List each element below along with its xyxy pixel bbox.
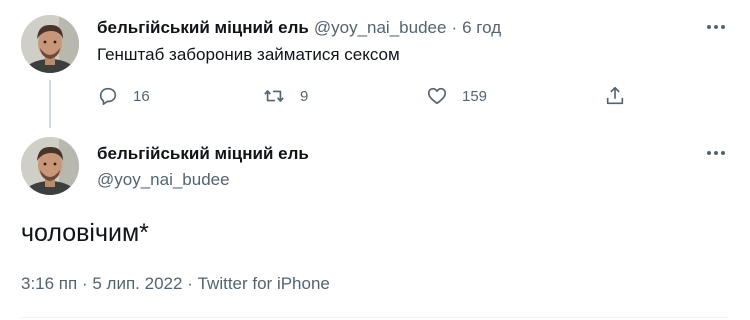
separator-dot: · xyxy=(451,18,458,37)
tweet-date-link[interactable]: 5 лип. 2022 xyxy=(92,274,182,293)
share-button[interactable] xyxy=(604,84,626,108)
tweet-metadata: 3:16 пп · 5 лип. 2022 · Twitter for iPho… xyxy=(21,274,330,294)
handle[interactable]: @yoy_nai_budee xyxy=(314,18,447,38)
tweet-time-link[interactable]: 3:16 пп xyxy=(21,274,77,293)
retweet-count: 9 xyxy=(300,87,309,105)
retweet-button[interactable]: 9 xyxy=(262,84,308,108)
heart-icon xyxy=(427,87,447,105)
avatar[interactable] xyxy=(21,15,79,73)
avatar[interactable] xyxy=(21,137,79,195)
like-button[interactable]: 159 xyxy=(426,84,487,108)
separator-dot: · xyxy=(81,274,88,293)
more-options-icon xyxy=(707,25,725,29)
handle[interactable]: @yoy_nai_budee xyxy=(97,170,230,190)
divider xyxy=(21,317,729,318)
timestamp-link[interactable]: 6 год xyxy=(462,18,501,38)
more-options-button[interactable] xyxy=(704,143,728,163)
display-name[interactable]: бельгійський міцний ель xyxy=(97,18,309,38)
like-count: 159 xyxy=(462,87,488,105)
reply-tweet-text: Генштаб заборонив займатися сексом xyxy=(97,45,400,64)
reply-button[interactable]: 16 xyxy=(97,84,150,108)
tweet-source-link[interactable]: Twitter for iPhone xyxy=(198,274,330,293)
main-tweet-text: чоловічим* xyxy=(21,219,149,247)
retweet-icon xyxy=(264,90,284,102)
separator-dot: · xyxy=(187,274,193,293)
thread-connector-line xyxy=(49,80,51,128)
avatar-image xyxy=(21,137,79,195)
display-name[interactable]: бельгійський міцний ель xyxy=(97,144,309,164)
reply-tweet-header: бельгійський міцний ель @yoy_nai_budee ·… xyxy=(97,17,501,39)
more-options-button[interactable] xyxy=(704,17,728,37)
reply-icon xyxy=(99,87,117,106)
share-icon xyxy=(606,86,624,105)
more-options-icon xyxy=(707,151,725,155)
avatar-image xyxy=(21,15,79,73)
reply-count: 16 xyxy=(133,87,150,105)
